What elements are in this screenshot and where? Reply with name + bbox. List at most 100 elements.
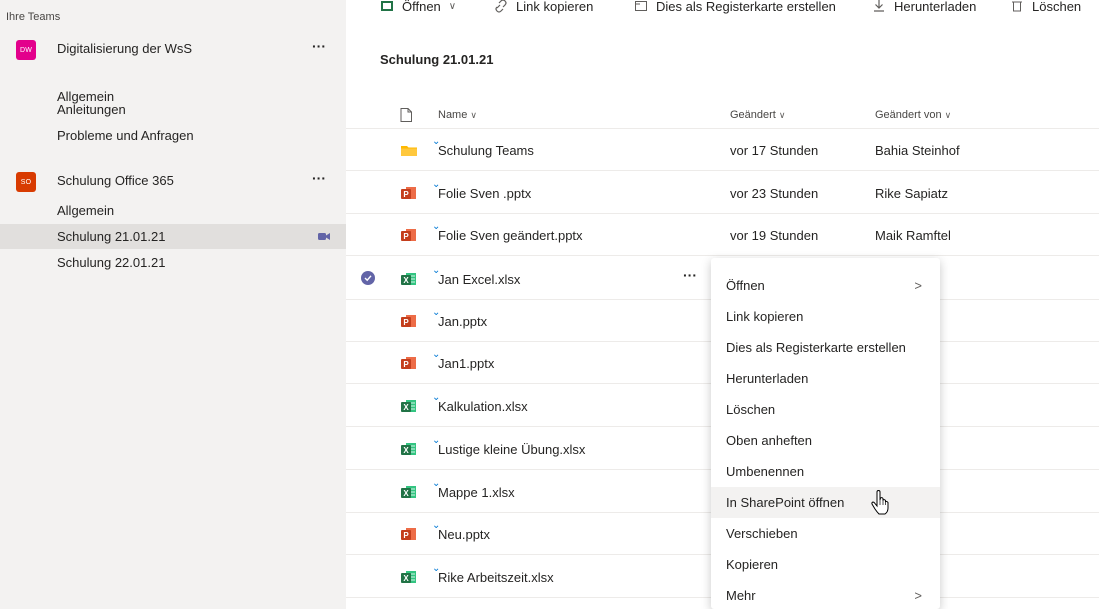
context-menu-item[interactable]: Dies als Registerkarte erstellen: [711, 332, 940, 363]
column-header-modified[interactable]: Geändert ∨: [730, 109, 785, 121]
column-header-modified-by[interactable]: Geändert von ∨: [875, 109, 951, 121]
toolbar-make-tab-label: Dies als Registerkarte erstellen: [656, 0, 836, 14]
context-menu-item-label: Oben anheften: [726, 433, 813, 448]
file-modified: vor 17 Stunden: [730, 143, 819, 158]
excel-file-icon: X: [401, 400, 416, 412]
context-menu-item[interactable]: Herunterladen: [711, 363, 940, 394]
context-menu-item-label: Öffnen: [726, 278, 765, 293]
svg-text:X: X: [403, 403, 409, 412]
file-row[interactable]: P ⌄ Folie Sven .pptx vor 23 Stunden Rike Sap…: [346, 172, 1099, 214]
toolbar-copy-link-button[interactable]: Link kopieren: [494, 0, 593, 16]
context-menu-item-label: Löschen: [726, 402, 776, 417]
file-name[interactable]: Folie Sven geändert.pptx: [438, 228, 583, 243]
channel-probleme[interactable]: Probleme und Anfragen: [0, 122, 346, 147]
toolbar-delete-button[interactable]: Löschen: [1010, 0, 1081, 16]
file-name[interactable]: Jan.pptx: [438, 314, 487, 329]
context-menu-item-label: Herunterladen: [726, 371, 809, 386]
svg-text:X: X: [403, 574, 409, 583]
context-menu-item[interactable]: Löschen: [711, 394, 940, 425]
channel-label: Probleme und Anfragen: [57, 128, 194, 143]
file-context-menu: Öffnen > Link kopieren Dies als Registerkar…: [711, 258, 940, 609]
file-modified-by: Bahia Steinhof: [875, 143, 960, 158]
svg-text:P: P: [403, 360, 409, 369]
svg-text:P: P: [403, 190, 409, 199]
context-menu-item-label: Kopieren: [726, 557, 779, 572]
context-menu-item[interactable]: Kopieren: [711, 549, 940, 580]
context-menu-item-label: Dies als Registerkarte erstellen: [726, 340, 906, 355]
tab-icon: [635, 1, 647, 11]
sidebar-heading: Ihre Teams: [6, 11, 61, 23]
svg-text:X: X: [403, 276, 409, 285]
chevron-right-icon: >: [914, 588, 922, 603]
svg-text:P: P: [403, 531, 409, 540]
chevron-down-icon: ∨: [448, 0, 457, 12]
file-modified-by: Maik Ramftel: [875, 228, 951, 243]
hand-pointer-cursor-icon: [871, 490, 889, 515]
teams-sidebar: Ihre Teams DW Digitalisierung der WsS ··…: [0, 0, 346, 609]
file-type-header-icon[interactable]: [400, 108, 412, 122]
toolbar-open-label: Öffnen: [402, 0, 441, 14]
link-icon: [495, 0, 507, 13]
context-menu-item[interactable]: Verschieben: [711, 518, 940, 549]
column-header-modified-label: Geändert: [730, 109, 776, 121]
channel-schulung-22[interactable]: Schulung 22.01.21: [0, 250, 346, 275]
file-row[interactable]: ⌄ Schulung Teams vor 17 Stunden Bahia Stein…: [346, 129, 1099, 171]
context-menu-item[interactable]: Öffnen >: [711, 270, 940, 301]
file-modified: vor 19 Stunden: [730, 228, 819, 243]
file-name[interactable]: Kalkulation.xlsx: [438, 399, 528, 414]
file-name[interactable]: Jan1.pptx: [438, 356, 494, 371]
context-menu-item-label: Mehr: [726, 588, 756, 603]
team-digitalisierung[interactable]: DW Digitalisierung der WsS ···: [0, 34, 346, 64]
context-menu-item[interactable]: Mehr >: [711, 580, 940, 609]
file-name[interactable]: Mappe 1.xlsx: [438, 485, 515, 500]
context-menu-item[interactable]: Umbenennen: [711, 456, 940, 487]
toolbar-make-tab-button[interactable]: Dies als Registerkarte erstellen: [634, 0, 836, 16]
team-name: Schulung Office 365: [57, 173, 174, 188]
context-menu-item-label: Link kopieren: [726, 309, 804, 324]
svg-text:P: P: [403, 232, 409, 241]
context-menu-item[interactable]: Oben anheften: [711, 425, 940, 456]
file-name[interactable]: Neu.pptx: [438, 527, 490, 542]
chevron-right-icon: >: [914, 278, 922, 293]
channel-allgemein-2[interactable]: Allgemein: [0, 198, 346, 223]
folder-icon: [401, 146, 417, 156]
file-name[interactable]: Folie Sven .pptx: [438, 186, 531, 201]
svg-text:P: P: [403, 318, 409, 327]
file-name[interactable]: Rike Arbeitszeit.xlsx: [438, 570, 554, 585]
file-name[interactable]: Lustige kleine Übung.xlsx: [438, 442, 585, 457]
file-name[interactable]: Jan Excel.xlsx: [438, 272, 520, 287]
chevron-down-icon: ∨: [470, 110, 477, 120]
column-header-modified-by-label: Geändert von: [875, 109, 942, 121]
channel-anleitungen[interactable]: Anleitungen: [0, 97, 346, 122]
context-menu-item[interactable]: In SharePoint öffnen: [711, 487, 940, 518]
toolbar-copy-link-label: Link kopieren: [516, 0, 594, 14]
chevron-down-icon: ∨: [778, 110, 786, 120]
team-name: Digitalisierung der WsS: [57, 41, 193, 56]
team-avatar: SO: [16, 172, 36, 192]
column-header-name[interactable]: Name ∨: [438, 109, 477, 121]
toolbar-open-button[interactable]: Öffnen ∨: [380, 0, 456, 16]
team-more-options-icon[interactable]: ···: [312, 38, 326, 54]
file-name[interactable]: Schulung Teams: [438, 143, 534, 158]
file-row[interactable]: P ⌄ Folie Sven geändert.pptx vor 19 Stunden…: [346, 214, 1099, 256]
context-menu-item[interactable]: Link kopieren: [711, 301, 940, 332]
column-header-name-label: Name: [438, 109, 468, 121]
powerpoint-file-icon: P: [401, 229, 416, 241]
toolbar-delete-label: Löschen: [1032, 0, 1082, 14]
files-toolbar: Öffnen ∨ Link kopieren Dies als Register…: [346, 0, 1099, 25]
video-camera-icon: [318, 233, 330, 240]
team-schulung-office[interactable]: SO Schulung Office 365 ···: [0, 166, 346, 196]
file-modified: vor 23 Stunden: [730, 186, 819, 201]
toolbar-download-button[interactable]: Herunterladen: [872, 0, 976, 16]
row-more-options-icon[interactable]: ···: [683, 267, 697, 283]
row-selected-checkmark-icon[interactable]: [361, 271, 375, 285]
excel-file-icon: X: [401, 486, 416, 498]
powerpoint-file-icon: P: [401, 315, 416, 327]
team-more-options-icon[interactable]: ···: [312, 170, 326, 186]
channel-label: Allgemein: [57, 203, 115, 218]
powerpoint-file-icon: P: [401, 357, 416, 369]
channel-schulung-21[interactable]: Schulung 21.01.21: [0, 224, 346, 249]
download-icon: [874, 0, 884, 12]
powerpoint-file-icon: P: [401, 187, 416, 199]
team-avatar: DW: [16, 40, 36, 60]
